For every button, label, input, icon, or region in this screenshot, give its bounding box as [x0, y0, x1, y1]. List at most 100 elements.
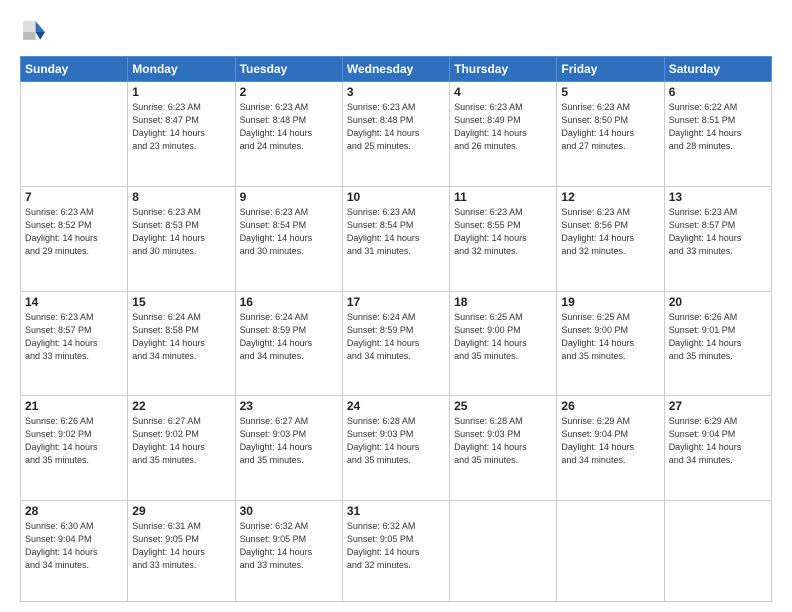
- day-cell: 10Sunrise: 6:23 AM Sunset: 8:54 PM Dayli…: [342, 186, 449, 291]
- day-info: Sunrise: 6:23 AM Sunset: 8:49 PM Dayligh…: [454, 101, 552, 153]
- day-cell: 31 Sunrise: 6:32 AM Sunset: 9:05 PM Dayli…: [342, 501, 449, 602]
- day-info: Sunrise: 6:23 AM Sunset: 8:48 PM Dayligh…: [240, 101, 338, 153]
- day-number: 20: [669, 295, 767, 309]
- day-number: 19: [561, 295, 659, 309]
- day-info: Sunrise: 6:25 AM Sunset: 9:00 PM Dayligh…: [454, 311, 552, 363]
- day-cell: 20Sunrise: 6:26 AM Sunset: 9:01 PM Dayli…: [664, 291, 771, 396]
- day-cell: 19 Sunrise: 6:25 AM Sunset: 9:00 PM Dayli…: [557, 291, 664, 396]
- day-cell: 16Sunrise: 6:24 AM Sunset: 8:59 PM Dayli…: [235, 291, 342, 396]
- day-number: 27: [669, 399, 767, 413]
- day-info: Sunrise: 6:28 AM Sunset: 9:03 PM Dayligh…: [454, 415, 552, 467]
- day-cell: 23 Sunrise: 6:27 AM Sunset: 9:03 PM Dayli…: [235, 396, 342, 501]
- day-cell: [664, 501, 771, 602]
- weekday-header-wednesday: Wednesday: [342, 57, 449, 82]
- day-cell: 3 Sunrise: 6:23 AM Sunset: 8:48 PM Daylig…: [342, 82, 449, 187]
- weekday-header-monday: Monday: [128, 57, 235, 82]
- day-info: Sunrise: 6:23 AM Sunset: 8:57 PM Dayligh…: [669, 206, 767, 258]
- day-number: 24: [347, 399, 445, 413]
- day-cell: 1Sunrise: 6:23 AM Sunset: 8:47 PM Daylig…: [128, 82, 235, 187]
- day-number: 10: [347, 190, 445, 204]
- day-cell: 14 Sunrise: 6:23 AM Sunset: 8:57 PM Dayli…: [21, 291, 128, 396]
- day-info: Sunrise: 6:28 AM Sunset: 9:03 PM Dayligh…: [347, 415, 445, 467]
- day-cell: 28Sunrise: 6:30 AM Sunset: 9:04 PM Dayli…: [21, 501, 128, 602]
- day-info: Sunrise: 6:27 AM Sunset: 9:02 PM Dayligh…: [132, 415, 230, 467]
- day-cell: 22 Sunrise: 6:27 AM Sunset: 9:02 PM Dayli…: [128, 396, 235, 501]
- day-number: 25: [454, 399, 552, 413]
- day-info: Sunrise: 6:23 AM Sunset: 8:55 PM Dayligh…: [454, 206, 552, 258]
- day-info: Sunrise: 6:31 AM Sunset: 9:05 PM Dayligh…: [132, 520, 230, 572]
- day-cell: 12 Sunrise: 6:23 AM Sunset: 8:56 PM Dayli…: [557, 186, 664, 291]
- day-info: Sunrise: 6:27 AM Sunset: 9:03 PM Dayligh…: [240, 415, 338, 467]
- day-cell: 6 Sunrise: 6:22 AM Sunset: 8:51 PM Daylig…: [664, 82, 771, 187]
- day-number: 13: [669, 190, 767, 204]
- logo-icon: [20, 18, 48, 46]
- day-info: Sunrise: 6:32 AM Sunset: 9:05 PM Dayligh…: [240, 520, 338, 572]
- day-cell: 27 Sunrise: 6:29 AM Sunset: 9:04 PM Dayli…: [664, 396, 771, 501]
- day-info: Sunrise: 6:23 AM Sunset: 8:53 PM Dayligh…: [132, 206, 230, 258]
- weekday-header-friday: Friday: [557, 57, 664, 82]
- day-number: 8: [132, 190, 230, 204]
- day-cell: 17Sunrise: 6:24 AM Sunset: 8:59 PM Dayli…: [342, 291, 449, 396]
- day-cell: 2 Sunrise: 6:23 AM Sunset: 8:48 PM Daylig…: [235, 82, 342, 187]
- day-cell: 13 Sunrise: 6:23 AM Sunset: 8:57 PM Dayli…: [664, 186, 771, 291]
- day-cell: 30 Sunrise: 6:32 AM Sunset: 9:05 PM Dayli…: [235, 501, 342, 602]
- week-row-1: 1Sunrise: 6:23 AM Sunset: 8:47 PM Daylig…: [21, 82, 772, 187]
- day-number: 31: [347, 504, 445, 518]
- day-number: 6: [669, 85, 767, 99]
- day-cell: 25 Sunrise: 6:28 AM Sunset: 9:03 PM Dayli…: [450, 396, 557, 501]
- day-info: Sunrise: 6:23 AM Sunset: 8:54 PM Dayligh…: [240, 206, 338, 258]
- weekday-header-thursday: Thursday: [450, 57, 557, 82]
- day-cell: [557, 501, 664, 602]
- day-cell: 18 Sunrise: 6:25 AM Sunset: 9:00 PM Dayli…: [450, 291, 557, 396]
- day-number: 2: [240, 85, 338, 99]
- day-cell: 11 Sunrise: 6:23 AM Sunset: 8:55 PM Dayli…: [450, 186, 557, 291]
- day-number: 21: [25, 399, 123, 413]
- day-number: 15: [132, 295, 230, 309]
- day-info: Sunrise: 6:32 AM Sunset: 9:05 PM Dayligh…: [347, 520, 445, 572]
- day-info: Sunrise: 6:24 AM Sunset: 8:59 PM Dayligh…: [347, 311, 445, 363]
- weekday-header-tuesday: Tuesday: [235, 57, 342, 82]
- day-cell: 7Sunrise: 6:23 AM Sunset: 8:52 PM Daylig…: [21, 186, 128, 291]
- day-info: Sunrise: 6:29 AM Sunset: 9:04 PM Dayligh…: [669, 415, 767, 467]
- week-row-2: 7Sunrise: 6:23 AM Sunset: 8:52 PM Daylig…: [21, 186, 772, 291]
- day-info: Sunrise: 6:29 AM Sunset: 9:04 PM Dayligh…: [561, 415, 659, 467]
- weekday-header-sunday: Sunday: [21, 57, 128, 82]
- day-number: 11: [454, 190, 552, 204]
- day-cell: 8 Sunrise: 6:23 AM Sunset: 8:53 PM Daylig…: [128, 186, 235, 291]
- day-cell: [450, 501, 557, 602]
- day-info: Sunrise: 6:24 AM Sunset: 8:59 PM Dayligh…: [240, 311, 338, 363]
- day-number: 23: [240, 399, 338, 413]
- day-number: 30: [240, 504, 338, 518]
- day-info: Sunrise: 6:22 AM Sunset: 8:51 PM Dayligh…: [669, 101, 767, 153]
- day-cell: 5Sunrise: 6:23 AM Sunset: 8:50 PM Daylig…: [557, 82, 664, 187]
- weekday-header-saturday: Saturday: [664, 57, 771, 82]
- day-number: 5: [561, 85, 659, 99]
- week-row-5: 28Sunrise: 6:30 AM Sunset: 9:04 PM Dayli…: [21, 501, 772, 602]
- day-cell: 24 Sunrise: 6:28 AM Sunset: 9:03 PM Dayli…: [342, 396, 449, 501]
- calendar-table: SundayMondayTuesdayWednesdayThursdayFrid…: [20, 56, 772, 602]
- day-number: 22: [132, 399, 230, 413]
- day-number: 28: [25, 504, 123, 518]
- day-info: Sunrise: 6:23 AM Sunset: 8:47 PM Dayligh…: [132, 101, 230, 153]
- day-info: Sunrise: 6:23 AM Sunset: 8:48 PM Dayligh…: [347, 101, 445, 153]
- day-number: 4: [454, 85, 552, 99]
- header: [20, 18, 772, 46]
- day-info: Sunrise: 6:26 AM Sunset: 9:02 PM Dayligh…: [25, 415, 123, 467]
- day-info: Sunrise: 6:25 AM Sunset: 9:00 PM Dayligh…: [561, 311, 659, 363]
- day-cell: 21 Sunrise: 6:26 AM Sunset: 9:02 PM Dayli…: [21, 396, 128, 501]
- logo: [20, 18, 52, 46]
- day-number: 9: [240, 190, 338, 204]
- weekday-header-row: SundayMondayTuesdayWednesdayThursdayFrid…: [21, 57, 772, 82]
- day-info: Sunrise: 6:23 AM Sunset: 8:57 PM Dayligh…: [25, 311, 123, 363]
- day-info: Sunrise: 6:23 AM Sunset: 8:52 PM Dayligh…: [25, 206, 123, 258]
- day-number: 14: [25, 295, 123, 309]
- day-info: Sunrise: 6:24 AM Sunset: 8:58 PM Dayligh…: [132, 311, 230, 363]
- day-cell: 29Sunrise: 6:31 AM Sunset: 9:05 PM Dayli…: [128, 501, 235, 602]
- day-number: 3: [347, 85, 445, 99]
- day-info: Sunrise: 6:23 AM Sunset: 8:56 PM Dayligh…: [561, 206, 659, 258]
- day-number: 12: [561, 190, 659, 204]
- day-number: 18: [454, 295, 552, 309]
- day-cell: 15 Sunrise: 6:24 AM Sunset: 8:58 PM Dayli…: [128, 291, 235, 396]
- day-cell: 9 Sunrise: 6:23 AM Sunset: 8:54 PM Daylig…: [235, 186, 342, 291]
- week-row-3: 14 Sunrise: 6:23 AM Sunset: 8:57 PM Dayli…: [21, 291, 772, 396]
